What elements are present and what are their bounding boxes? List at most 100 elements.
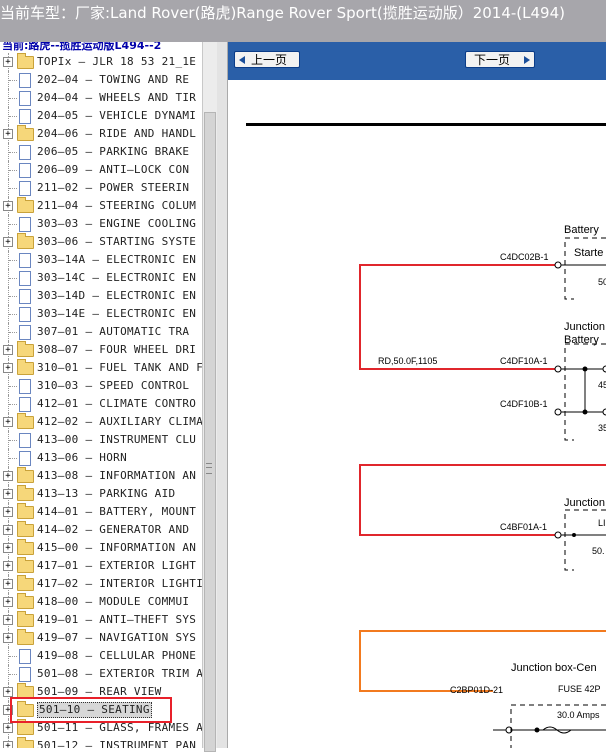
tree-item-label: 303—14C — ELECTRONIC EN	[37, 271, 197, 284]
expand-plus-icon[interactable]: +	[3, 201, 13, 211]
tree-item-label: 303—14A — ELECTRONIC EN	[37, 253, 197, 266]
expand-plus-icon[interactable]: +	[3, 363, 13, 373]
tree-item-label: 417—02 — INTERIOR LIGHTI	[37, 577, 202, 590]
tree-item[interactable]: +418—00 — MODULE COMMUI	[0, 593, 202, 611]
tree-item[interactable]: +417—02 — INTERIOR LIGHTI	[0, 575, 202, 593]
tree-item[interactable]: 303—03 — ENGINE COOLING	[0, 215, 202, 233]
tree-item-label: 211—02 — POWER STEERIN	[37, 181, 190, 194]
tree-item[interactable]: +419—07 — NAVIGATION SYS	[0, 629, 202, 647]
expand-plus-icon[interactable]: +	[3, 417, 13, 427]
expand-plus-icon[interactable]: +	[3, 507, 13, 517]
junction-label-1: Junction	[564, 321, 605, 333]
tree-item-label: 204—04 — WHEELS AND TIR	[37, 91, 197, 104]
tree-item[interactable]: +501—12 — INSTRUMENT PAN	[0, 737, 202, 748]
tree-item[interactable]: +413—08 — INFORMATION AN	[0, 467, 202, 485]
pane-splitter[interactable]	[217, 42, 228, 748]
tree-branch-line	[9, 152, 17, 153]
next-page-button[interactable]: 下一页	[465, 51, 535, 68]
junction-label-2: Junction	[564, 497, 605, 509]
expand-plus-icon[interactable]: +	[3, 597, 13, 607]
document-icon	[19, 397, 31, 412]
fuse-label: FUSE 42P	[558, 684, 601, 694]
tree-item-label: 303—14E — ELECTRONIC EN	[37, 307, 197, 320]
expand-plus-icon[interactable]: +	[3, 345, 13, 355]
tree-item[interactable]: +310—01 — FUEL TANK AND F	[0, 359, 202, 377]
tree-item[interactable]: 303—14A — ELECTRONIC EN	[0, 251, 202, 269]
document-icon	[19, 379, 31, 394]
folder-icon	[17, 539, 34, 555]
folder-icon	[17, 719, 34, 735]
tree-item[interactable]: +204—06 — RIDE AND HANDL	[0, 125, 202, 143]
expand-plus-icon[interactable]: +	[3, 633, 13, 643]
tree-item[interactable]: 412—01 — CLIMATE CONTRO	[0, 395, 202, 413]
expand-plus-icon[interactable]: +	[3, 615, 13, 625]
red-circuit-1	[359, 264, 558, 370]
scrollbar-grip-icon	[206, 463, 212, 474]
tree-item[interactable]: 303—14C — ELECTRONIC EN	[0, 269, 202, 287]
folder-icon	[17, 611, 34, 627]
tree-item[interactable]: +412—02 — AUXILIARY CLIMA	[0, 413, 202, 431]
tree-item[interactable]: 303—14E — ELECTRONIC EN	[0, 305, 202, 323]
expand-plus-icon[interactable]: +	[3, 489, 13, 499]
tree-scrollbar[interactable]	[202, 42, 217, 752]
expand-plus-icon[interactable]: +	[3, 237, 13, 247]
folder-icon	[17, 557, 34, 573]
expand-plus-icon[interactable]: +	[3, 723, 13, 733]
tree-item[interactable]: +414—02 — GENERATOR AND	[0, 521, 202, 539]
document-icon	[19, 433, 31, 448]
expand-plus-icon[interactable]: +	[3, 525, 13, 535]
tree-item[interactable]: +419—01 — ANTI—THEFT SYS	[0, 611, 202, 629]
tree-item[interactable]: 419—08 — CELLULAR PHONE	[0, 647, 202, 665]
prev-page-button[interactable]: 上一页	[234, 51, 300, 68]
tree-item[interactable]: 310—03 — SPEED CONTROL	[0, 377, 202, 395]
expand-plus-icon[interactable]: +	[3, 57, 13, 67]
expand-plus-icon[interactable]: +	[3, 687, 13, 697]
folder-icon	[17, 521, 34, 537]
tree-branch-line	[9, 98, 17, 99]
tree-item[interactable]: +211—04 — STEERING COLUM	[0, 197, 202, 215]
tree-item[interactable]: + TOPIx — JLR 18 53 21_1E —	[0, 53, 202, 71]
viewer-toolbar: 上一页 下一页	[228, 42, 606, 80]
document-icon	[19, 253, 31, 268]
expand-plus-icon[interactable]: +	[3, 543, 13, 553]
folder-icon	[17, 467, 34, 483]
tree-item[interactable]: +415—00 — INFORMATION AN	[0, 539, 202, 557]
tree-item[interactable]: 303—14D — ELECTRONIC EN	[0, 287, 202, 305]
tree-item[interactable]: 206—05 — PARKING BRAKE	[0, 143, 202, 161]
tree-item[interactable]: +303—06 — STARTING SYSTE	[0, 233, 202, 251]
tree-item[interactable]: +414—01 — BATTERY, MOUNT	[0, 503, 202, 521]
folder-icon	[17, 485, 34, 501]
tree-item[interactable]: +308—07 — FOUR WHEEL DRI	[0, 341, 202, 359]
tree-item[interactable]: 211—02 — POWER STEERIN	[0, 179, 202, 197]
tree-item[interactable]: 202—04 — TOWING AND RE	[0, 71, 202, 89]
wiring-diagram-page: Battery Starte C4DC02B-1 50 Junction Bat…	[228, 80, 606, 748]
tree-item[interactable]: 204—04 — WHEELS AND TIR	[0, 89, 202, 107]
tree-item[interactable]: +413—13 — PARKING AID	[0, 485, 202, 503]
expand-plus-icon[interactable]: +	[3, 741, 13, 748]
tree-branch-line	[9, 80, 17, 81]
tree-branch-line	[9, 656, 17, 657]
tree-item-label: 414—02 — GENERATOR AND	[37, 523, 190, 536]
expand-plus-icon[interactable]: +	[3, 471, 13, 481]
scrollbar-thumb[interactable]	[204, 112, 216, 752]
folder-icon	[17, 737, 34, 748]
tree-item[interactable]: +417—01 — EXTERIOR LIGHT	[0, 557, 202, 575]
folder-icon	[17, 413, 34, 429]
tree-item-label: 413—13 — PARKING AID	[37, 487, 176, 500]
tree-branch-line	[9, 296, 17, 297]
tree-item[interactable]: 501—08 — EXTERIOR TRIM A	[0, 665, 202, 683]
tree-item-label: 202—04 — TOWING AND RE	[37, 73, 190, 86]
tree-root-label[interactable]: 当前:路虎--揽胜运动版L494--2	[2, 42, 161, 53]
expand-plus-icon[interactable]: +	[3, 129, 13, 139]
prev-page-label: 上一页	[251, 53, 288, 67]
tree-item[interactable]: 413—00 — INSTRUMENT CLU	[0, 431, 202, 449]
expand-plus-icon[interactable]: +	[3, 561, 13, 571]
tree-item[interactable]: 413—06 — HORN	[0, 449, 202, 467]
tree-item-label: 310—01 — FUEL TANK AND F	[37, 361, 202, 374]
tree-item[interactable]: 206—09 — ANTI—LOCK CON	[0, 161, 202, 179]
expand-plus-icon[interactable]: +	[3, 579, 13, 589]
tree-item[interactable]: 204—05 — VEHICLE DYNAMI	[0, 107, 202, 125]
tree-item-label: 308—07 — FOUR WHEEL DRI	[37, 343, 197, 356]
chapter-tree[interactable]: 当前:路虎--揽胜运动版L494--2 + TOPIx — JLR 18 53 2…	[0, 42, 202, 748]
tree-item[interactable]: 307—01 — AUTOMATIC TRA	[0, 323, 202, 341]
